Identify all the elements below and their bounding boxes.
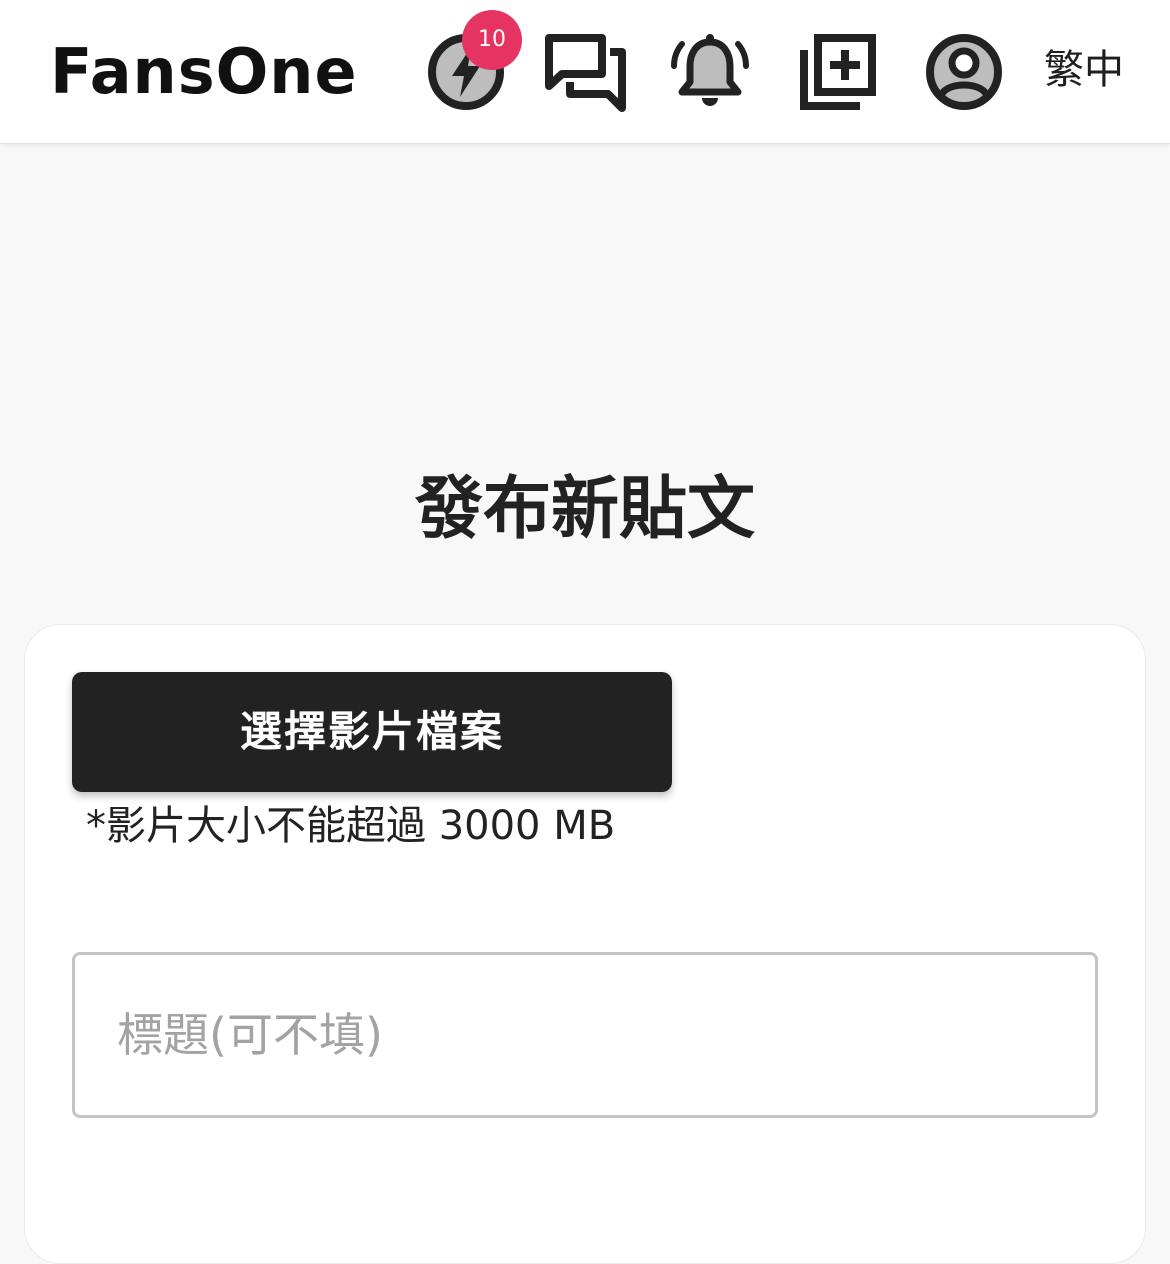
page-title: 發布新貼文 bbox=[414, 470, 755, 549]
bell-icon[interactable] bbox=[668, 30, 752, 114]
post-title-input[interactable] bbox=[72, 952, 1098, 1118]
select-video-file-button[interactable]: 選擇影片檔案 bbox=[72, 672, 672, 792]
brand-logo[interactable]: FansOne bbox=[50, 36, 358, 108]
video-size-note: *影片大小不能超過 3000 MB bbox=[86, 803, 616, 849]
language-switcher[interactable]: 繁中 bbox=[1044, 44, 1124, 96]
top-navigation-bar: FansOne 10 繁中 bbox=[0, 0, 1170, 144]
chat-icon[interactable] bbox=[544, 30, 628, 114]
account-icon[interactable] bbox=[922, 30, 1006, 114]
add-post-icon[interactable] bbox=[796, 30, 880, 114]
notification-count-badge: 10 bbox=[462, 10, 522, 70]
